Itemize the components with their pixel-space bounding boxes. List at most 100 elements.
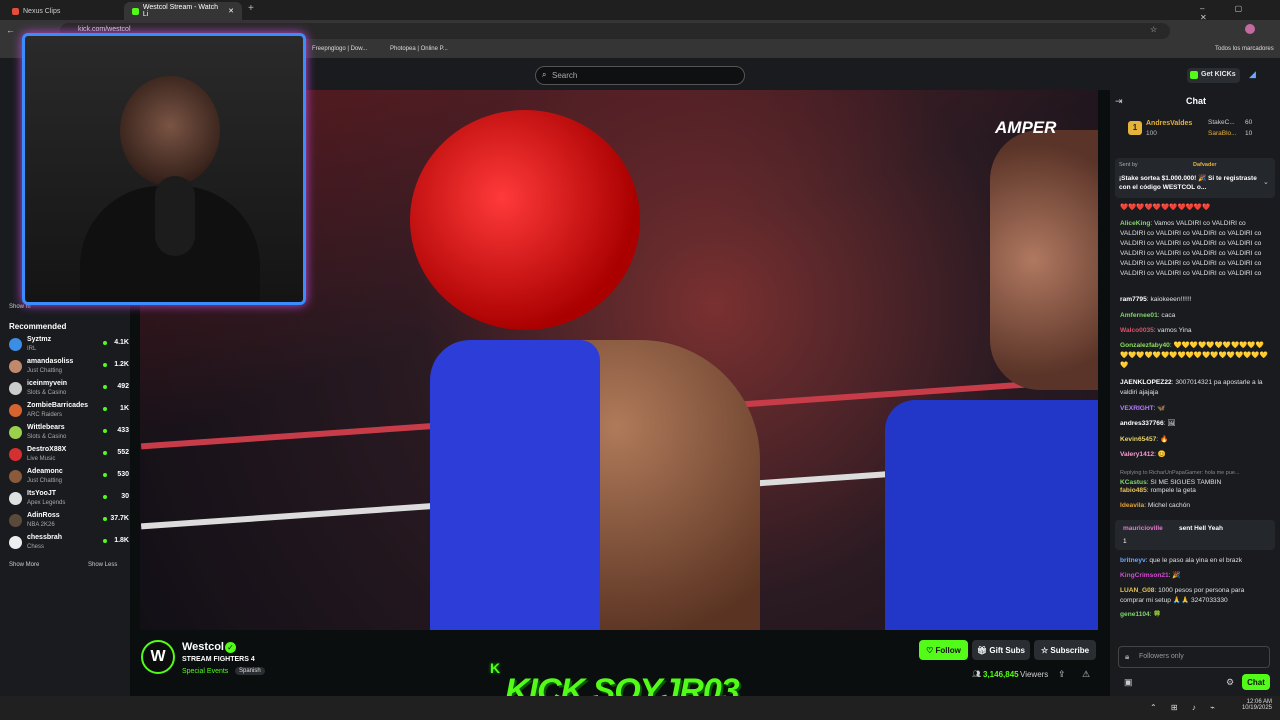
recommended-channel[interactable]: AdinRoss NBA 2K26 37.7K [9, 512, 129, 534]
chat-text: vamos Yina [1157, 327, 1192, 334]
chat-username[interactable]: KingCrimson21 [1120, 572, 1169, 579]
chat-message: VEXRIGHT: 🦋 [1120, 405, 1166, 412]
show-more-button[interactable]: Show More [9, 562, 39, 568]
all-bookmarks[interactable]: Todos los marcadores [1215, 46, 1274, 52]
recommended-channel[interactable]: chessbrah Chess 1.8K [9, 534, 129, 556]
recommended-channel-category: Slots & Casino [27, 390, 67, 396]
chat-message: Kevin65457: 🔥 [1120, 436, 1169, 443]
os-taskbar: ⌃ ⊞ ♪ ⌁ 12:06 AM 10/19/2025 [0, 696, 1280, 720]
recommended-channel-category: IRL [27, 346, 37, 352]
chat-username[interactable]: AliceKing [1120, 220, 1150, 227]
show-less-button[interactable]: Show Less [88, 562, 117, 568]
browser-tab-nexus[interactable]: Nexus Clips [4, 2, 122, 20]
live-dot-icon [103, 451, 107, 455]
chat-username[interactable]: Kevin65457 [1120, 436, 1156, 443]
referee-shirt-shape [885, 400, 1098, 630]
chat-username[interactable]: ram7795 [1120, 296, 1147, 303]
chat-username[interactable]: LUAN_G08 [1120, 587, 1154, 594]
leaderboard-third-user[interactable]: SaraBlo... [1208, 130, 1237, 137]
bookmark-star-icon[interactable]: ☆ [1150, 25, 1157, 34]
recommended-channel-name: ItsYooJT [27, 490, 57, 497]
chat-username[interactable]: gene1104 [1120, 611, 1150, 618]
chat-username[interactable]: Valery1412 [1120, 451, 1154, 458]
chat-username[interactable]: VEXRIGHT [1120, 405, 1154, 412]
chat-message: gene1104: 🍀 [1120, 611, 1162, 618]
chat-username[interactable]: KCastus [1120, 479, 1147, 486]
recommended-channel-viewers: 492 [117, 383, 129, 390]
channel-avatar-icon [9, 470, 22, 483]
recommended-channel[interactable]: Wittlebears Slots & Casino 433 [9, 424, 129, 446]
user-menu-icon[interactable]: ◢ [1249, 69, 1256, 80]
recommended-channel[interactable]: iceinmyvein Slots & Casino 492 [9, 380, 129, 402]
chat-message: Ideavila: Michel cachón [1120, 502, 1191, 509]
channel-avatar-icon [9, 382, 22, 395]
recommended-channel[interactable]: DestroX88X Live Music 552 [9, 446, 129, 468]
profile-avatar-icon[interactable] [1245, 24, 1255, 34]
search-input[interactable]: ⌕ Search [535, 66, 745, 85]
chat-text: 😊 [1157, 451, 1166, 458]
recommended-channel[interactable]: amandasoliss Just Chatting 1.2K [9, 358, 129, 380]
chat-username[interactable]: JAENKLOPEZ22 [1120, 379, 1172, 386]
share-icon[interactable]: ⇪ [1058, 669, 1066, 680]
recommended-channel-category: Apex Legends [27, 500, 66, 506]
channel-name[interactable]: Westcol [182, 641, 224, 653]
bookmark-photopea[interactable]: Photopea | Online P... [390, 46, 448, 52]
leaderboard-top-user[interactable]: AndresValdes [1146, 120, 1192, 127]
recommended-channel-viewers: 433 [117, 427, 129, 434]
chevron-down-icon[interactable]: ⌄ [1263, 178, 1269, 186]
get-kicks-button[interactable]: Get KICKs [1187, 68, 1240, 83]
chat-username[interactable]: Ideavila [1120, 502, 1144, 509]
leaderboard-second-user[interactable]: StakeC... [1208, 119, 1235, 126]
channel-avatar-icon [9, 360, 22, 373]
pinned-pinner: Dafvader [1193, 162, 1217, 168]
report-icon[interactable]: ⚠ [1082, 669, 1090, 680]
browser-tab-westcol[interactable]: Westcol Stream - Watch Li ✕ [124, 2, 242, 20]
recommended-channel-viewers: 30 [121, 493, 129, 500]
heart-icon: ♡ [926, 645, 936, 655]
chat-username[interactable]: fabio485 [1120, 487, 1147, 494]
clock[interactable]: 12:06 AM 10/19/2025 [1240, 699, 1272, 711]
pinned-message[interactable]: Sent by Dafvader ¡Stake sortea $1.000.00… [1115, 158, 1275, 198]
follow-button[interactable]: ♡ Follow [919, 640, 968, 660]
system-tray-icons[interactable]: ⌃ ⊞ ♪ ⌁ [1150, 703, 1221, 712]
get-kicks-label: Get KICKs [1201, 71, 1236, 78]
leaderboard-rank-badge: 1 [1128, 121, 1142, 135]
chat-message: fabio485: rompele la geta [1120, 487, 1196, 494]
chat-username[interactable]: Walco0035 [1120, 327, 1154, 334]
recommended-channel-name: chessbrah [27, 534, 63, 541]
close-tab-icon[interactable]: ✕ [228, 7, 234, 15]
viewers-icon: 👥︎ [972, 671, 981, 678]
leaderboard-second-points: 60 [1245, 119, 1253, 126]
recommended-channel[interactable]: ZombieBarricades ARC Raiders 1K [9, 402, 129, 424]
chat-message: ram7795: kaiokeeen!!!!!! [1120, 296, 1192, 303]
gift-user[interactable]: mauricioville [1123, 525, 1163, 532]
channel-avatar[interactable]: W [141, 640, 175, 674]
send-chat-button[interactable]: Chat [1242, 674, 1270, 690]
new-tab-icon[interactable]: + [248, 3, 254, 14]
chat-username[interactable]: Gonzalezfaby40 [1120, 342, 1170, 349]
recommended-channel[interactable]: Adeamonc Just Chatting 530 [9, 468, 129, 490]
collapse-chat-icon[interactable]: ⇥ [1115, 96, 1123, 107]
reply-context: Replying to RicharUnPapaGamer: hola me p… [1120, 470, 1240, 476]
recommended-channel-viewers: 552 [117, 449, 129, 456]
bookmark-freepnglogo[interactable]: Freepnglogo | Dow... [312, 46, 367, 52]
recommended-channel[interactable]: Syztmz IRL 4.1K [9, 336, 129, 358]
language-badge[interactable]: Spanish [235, 667, 265, 675]
recommended-channel[interactable]: ItsYooJT Apex Legends 30 [9, 490, 129, 512]
chat-input[interactable]: 🔒︎ Followers only [1118, 646, 1270, 668]
recommended-channel-category: Chess [27, 544, 45, 550]
gift-subs-button[interactable]: 🎁︎ Gift Subs [972, 640, 1030, 660]
chat-username[interactable]: britneyv [1120, 557, 1146, 564]
live-dot-icon [103, 385, 107, 389]
recommended-channel-viewers: 1.2K [114, 361, 129, 368]
clock-date: 10/19/2025 [1241, 705, 1272, 711]
subscribe-button[interactable]: ☆ Subscribe [1034, 640, 1096, 660]
stream-category[interactable]: Special Events [182, 668, 228, 675]
recommended-channel-name: Wittlebears [27, 424, 65, 431]
recommended-channel-category: ARC Raiders [27, 412, 63, 418]
chat-username[interactable]: Amfernee01 [1120, 312, 1158, 319]
gear-icon[interactable]: ⚙ [1226, 677, 1234, 688]
gift-shop-icon[interactable]: ▣ [1124, 677, 1133, 688]
chat-username[interactable]: andres337766 [1120, 420, 1164, 427]
back-icon[interactable]: ← [6, 25, 15, 35]
